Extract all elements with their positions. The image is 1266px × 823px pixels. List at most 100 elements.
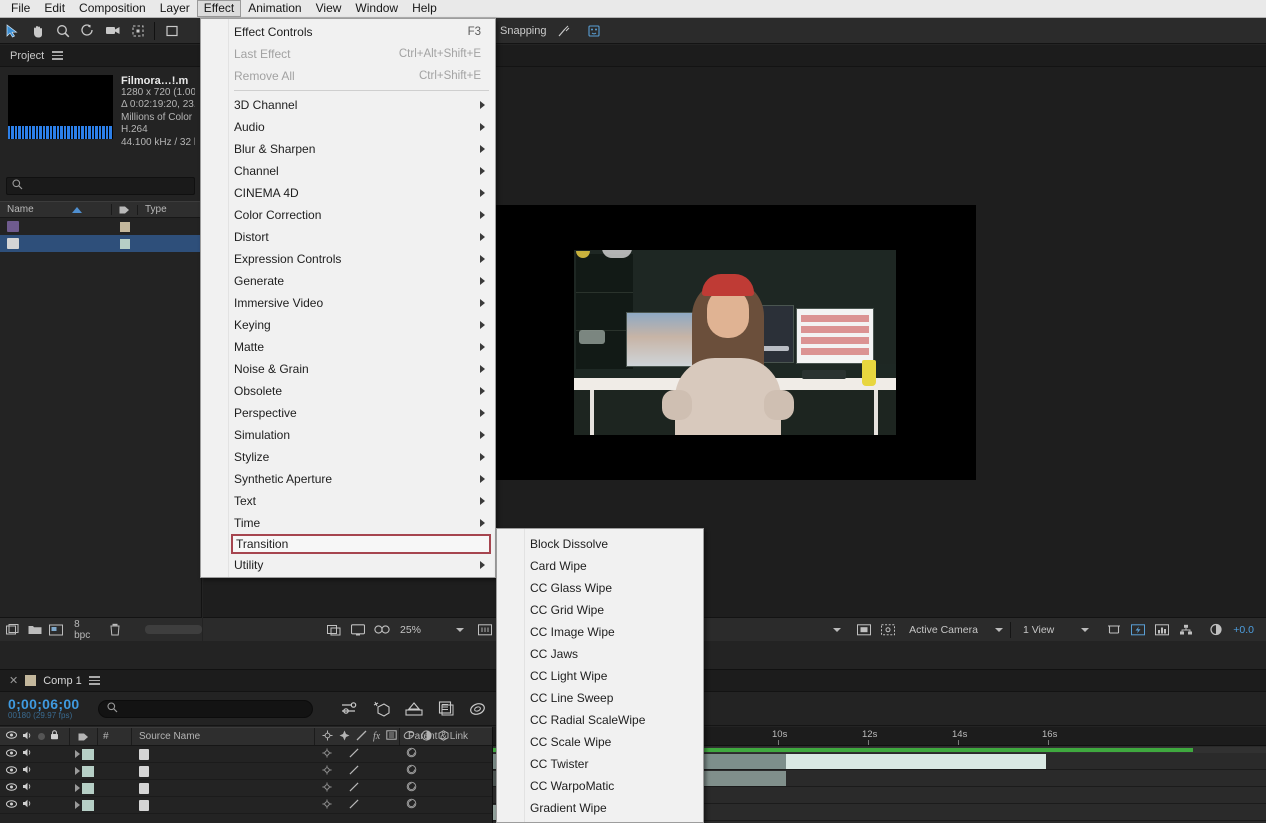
effect-menu-item-synthetic-aperture[interactable]: Synthetic Aperture <box>201 468 495 490</box>
expand-layer-icon[interactable] <box>75 784 80 792</box>
zoom-tool-icon[interactable] <box>50 20 75 42</box>
effect-menu-item-blur-sharpen[interactable]: Blur & Sharpen <box>201 138 495 160</box>
view-count-label[interactable]: 1 View <box>1018 624 1059 636</box>
expand-layer-icon[interactable] <box>75 767 80 775</box>
layer-audio-icon[interactable] <box>22 748 33 760</box>
project-item-row[interactable] <box>0 218 201 235</box>
effect-menu-item-text[interactable]: Text <box>201 490 495 512</box>
timeline-jump-icon[interactable] <box>1151 621 1173 639</box>
effect-menu-item-matte[interactable]: Matte <box>201 336 495 358</box>
expand-layer-icon[interactable] <box>75 801 80 809</box>
effect-menu-item-cinema-4d[interactable]: CINEMA 4D <box>201 182 495 204</box>
composition-mini-flowchart-icon[interactable] <box>339 699 361 719</box>
timeline-search-field[interactable] <box>98 700 313 718</box>
column-type[interactable]: Type <box>138 204 201 215</box>
new-composition-icon[interactable] <box>47 621 65 639</box>
draft-3d-icon[interactable] <box>371 699 393 719</box>
mask-path-icon[interactable] <box>349 748 359 761</box>
region-of-interest-toggle-icon[interactable] <box>323 621 345 639</box>
transition-item-cc-warpomatic[interactable]: CC WarpoMatic <box>497 775 703 797</box>
transition-item-cc-image-wipe[interactable]: CC Image Wipe <box>497 621 703 643</box>
close-tab-icon[interactable]: ✕ <box>9 674 18 687</box>
mask-path-icon[interactable] <box>349 782 359 795</box>
parent-pickwhip-icon[interactable] <box>406 747 417 761</box>
transition-item-cc-glass-wipe[interactable]: CC Glass Wipe <box>497 577 703 599</box>
label-swatch[interactable] <box>120 239 130 249</box>
source-name-column-header[interactable]: Source Name <box>132 728 315 745</box>
layer-visibility-icon[interactable] <box>6 749 17 760</box>
timeline-menu-icon[interactable] <box>89 676 100 685</box>
layer-visibility-icon[interactable] <box>6 800 17 811</box>
timeline-layer-row[interactable] <box>0 797 492 814</box>
monitor-icon[interactable] <box>347 621 369 639</box>
menu-item-file[interactable]: File <box>4 0 37 17</box>
timeline-clip[interactable] <box>786 754 1046 769</box>
transition-item-gradient-wipe[interactable]: Gradient Wipe <box>497 797 703 819</box>
layer-audio-icon[interactable] <box>22 782 33 794</box>
transition-item-block-dissolve[interactable]: Block Dissolve <box>497 533 703 555</box>
zoom-level-label[interactable]: 25% <box>395 624 426 636</box>
layer-label-swatch[interactable] <box>82 749 94 760</box>
effect-menu-item-generate[interactable]: Generate <box>201 270 495 292</box>
column-label[interactable] <box>112 205 138 215</box>
frame-blending-icon[interactable] <box>435 699 457 719</box>
menu-item-help[interactable]: Help <box>405 0 444 17</box>
transition-item-cc-light-wipe[interactable]: CC Light Wipe <box>497 665 703 687</box>
effect-menu-item-expression-controls[interactable]: Expression Controls <box>201 248 495 270</box>
mask-path-icon[interactable] <box>349 799 359 812</box>
snap-grid-icon[interactable] <box>582 20 607 42</box>
column-name[interactable]: Name <box>0 204 112 215</box>
delete-icon[interactable] <box>106 621 124 639</box>
transition-item-cc-grid-wipe[interactable]: CC Grid Wipe <box>497 599 703 621</box>
menu-item-composition[interactable]: Composition <box>72 0 153 17</box>
transition-item-cc-radial-scalewipe[interactable]: CC Radial ScaleWipe <box>497 709 703 731</box>
timeline-layer-row[interactable] <box>0 763 492 780</box>
menu-item-layer[interactable]: Layer <box>153 0 197 17</box>
anchor-point-icon[interactable] <box>322 799 332 812</box>
hand-tool-icon[interactable] <box>25 20 50 42</box>
transition-submenu[interactable]: Block DissolveCard WipeCC Glass WipeCC G… <box>496 528 704 823</box>
project-panel-slider[interactable] <box>145 625 202 634</box>
new-folder-icon[interactable] <box>25 621 43 639</box>
transition-item-cc-jaws[interactable]: CC Jaws <box>497 643 703 665</box>
effect-menu-item-distort[interactable]: Distort <box>201 226 495 248</box>
exposure-reset-icon[interactable] <box>1205 621 1227 639</box>
effect-menu-item-channel[interactable]: Channel <box>201 160 495 182</box>
effect-menu-item-stylize[interactable]: Stylize <box>201 446 495 468</box>
comp-flowchart-icon[interactable] <box>1175 621 1197 639</box>
parent-pickwhip-icon[interactable] <box>406 764 417 778</box>
transition-item-cc-scale-wipe[interactable]: CC Scale Wipe <box>497 731 703 753</box>
guides-icon[interactable] <box>877 621 899 639</box>
effect-menu-item-simulation[interactable]: Simulation <box>201 424 495 446</box>
menu-item-edit[interactable]: Edit <box>37 0 72 17</box>
timeline-layer-row[interactable] <box>0 780 492 797</box>
sort-ascending-icon[interactable] <box>72 207 82 213</box>
layer-label-swatch[interactable] <box>82 800 94 811</box>
expand-layer-icon[interactable] <box>75 750 80 758</box>
panel-menu-icon[interactable] <box>52 51 63 60</box>
transition-item-card-wipe[interactable]: Card Wipe <box>497 555 703 577</box>
resolution-icon[interactable] <box>474 621 496 639</box>
parent-pickwhip-icon[interactable] <box>406 798 417 812</box>
3d-glasses-icon[interactable] <box>371 621 393 639</box>
effect-menu-item-3d-channel[interactable]: 3D Channel <box>201 94 495 116</box>
effect-menu-item-noise-grain[interactable]: Noise & Grain <box>201 358 495 380</box>
layer-audio-icon[interactable] <box>22 799 33 811</box>
camera-dropdown-caret-icon[interactable] <box>995 628 1003 632</box>
timeline-layer-row[interactable] <box>0 746 492 763</box>
layer-label-swatch[interactable] <box>82 783 94 794</box>
current-timecode[interactable]: 0;00;06;00 00180 (29.97 fps) <box>8 697 80 720</box>
hide-shy-layers-icon[interactable] <box>403 699 425 719</box>
fast-previews-icon[interactable] <box>1127 621 1149 639</box>
layer-visibility-icon[interactable] <box>6 766 17 777</box>
timeline-tab-label[interactable]: Comp 1 <box>43 675 82 687</box>
exposure-value-label[interactable]: +0.0 <box>1229 624 1254 636</box>
region-of-interest-icon[interactable] <box>125 20 150 42</box>
project-tab-label[interactable]: Project <box>10 50 44 62</box>
effect-dropdown-menu[interactable]: Effect ControlsF3Last EffectCtrl+Alt+Shi… <box>200 18 496 578</box>
project-item-row[interactable] <box>0 235 201 252</box>
effect-menu-item-transition[interactable]: Transition <box>231 534 491 554</box>
transition-item-cc-twister[interactable]: CC Twister <box>497 753 703 775</box>
interpret-footage-icon[interactable] <box>4 621 22 639</box>
anchor-point-icon[interactable] <box>322 765 332 778</box>
